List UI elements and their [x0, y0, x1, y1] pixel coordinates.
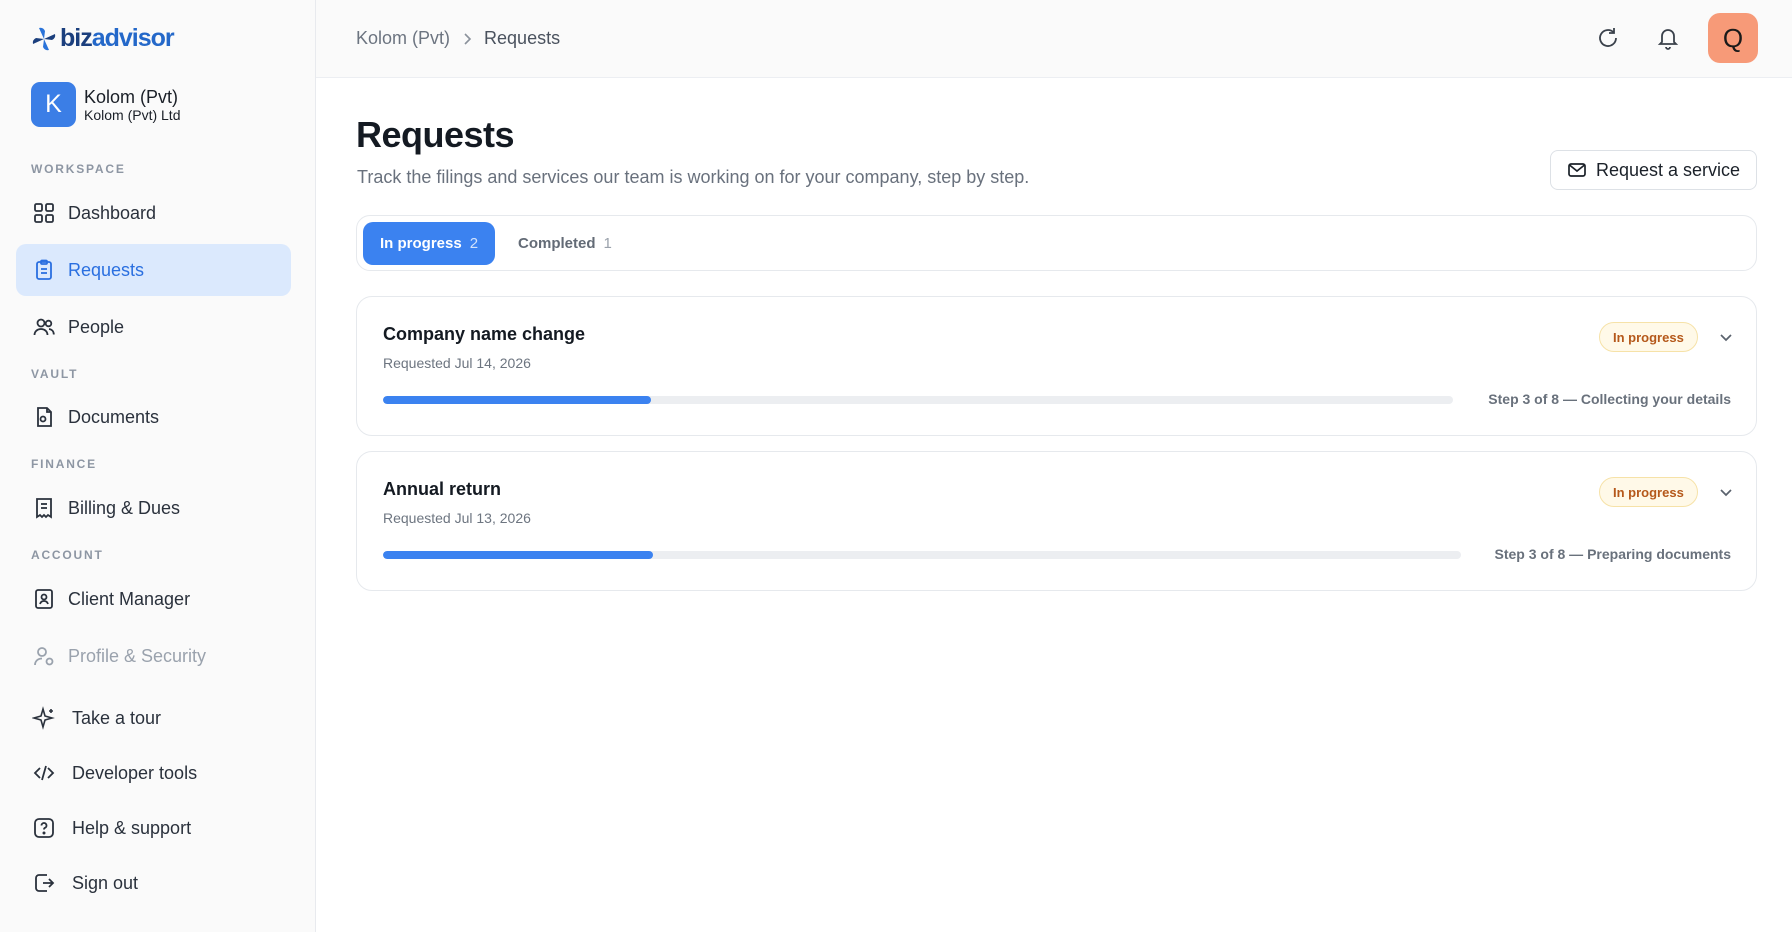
sidebar-item-label: Requests — [68, 259, 145, 280]
users-icon — [33, 318, 55, 336]
progress-fill — [383, 396, 651, 404]
tab-count: 1 — [603, 235, 612, 252]
notifications-button[interactable] — [1652, 22, 1684, 54]
sidebar-item-client-manager[interactable]: Client Manager — [16, 573, 291, 625]
sidebar-item-take-tour[interactable]: Take a tour — [16, 692, 291, 744]
brand-logo[interactable]: bizadvisor — [30, 24, 175, 53]
company-avatar: K — [31, 82, 76, 127]
breadcrumb-company[interactable]: Kolom (Pvt) — [356, 28, 450, 49]
sidebar-item-label: Take a tour — [72, 707, 162, 728]
refresh-button[interactable] — [1592, 22, 1624, 54]
breadcrumb-current: Requests — [484, 28, 561, 48]
sidebar-item-help-support[interactable]: Help & support — [16, 802, 291, 854]
sidebar-item-dashboard[interactable]: Dashboard — [16, 187, 291, 239]
clipboard-icon — [36, 259, 52, 280]
sidebar-item-label: Documents — [68, 406, 160, 427]
sidebar-item-label: Profile & Security — [68, 645, 207, 666]
chevron-down-icon[interactable] — [1716, 327, 1736, 347]
user-shield-icon — [34, 647, 54, 666]
page-title: Requests — [356, 114, 515, 155]
sidebar-item-label: Help & support — [72, 817, 192, 838]
sidebar-item-billing[interactable]: Billing & Dues — [16, 482, 291, 534]
user-avatar[interactable]: Q — [1708, 13, 1758, 63]
request-title: Company name change — [383, 324, 586, 344]
sidebar-item-label: Developer tools — [72, 762, 198, 783]
request-card[interactable]: Annual return Requested Jul 13, 2026 In … — [356, 451, 1757, 591]
refresh-icon — [1599, 28, 1617, 47]
status-badge: In progress — [1599, 322, 1698, 352]
code-icon — [33, 765, 55, 781]
sidebar: bizadvisor K Kolom (Pvt) Kolom (Pvt) Ltd… — [0, 0, 316, 932]
tab-label: In progress — [380, 235, 462, 252]
company-switcher[interactable]: K Kolom (Pvt) Kolom (Pvt) Ltd — [31, 82, 180, 127]
sign-out-icon — [35, 874, 55, 892]
sidebar-item-profile-security[interactable]: Profile & Security — [16, 630, 291, 682]
logo-icon — [32, 27, 56, 50]
request-card[interactable]: Company name change Requested Jul 14, 20… — [356, 296, 1757, 436]
dashboard-icon — [34, 203, 54, 223]
company-legal-name: Kolom (Pvt) Ltd — [84, 106, 181, 123]
request-service-button[interactable]: Request a service — [1550, 150, 1757, 190]
section-label-workspace: WORKSPACE — [31, 162, 126, 176]
bell-icon — [1657, 29, 1679, 50]
tab-label: Completed — [518, 235, 596, 252]
section-label-vault: VAULT — [31, 367, 79, 381]
top-bar: Kolom (Pvt) Requests Q — [316, 0, 1792, 78]
tab-in-progress[interactable]: In progress 2 — [363, 222, 496, 265]
breadcrumb: Kolom (Pvt) Requests — [356, 28, 560, 49]
chevron-down-icon[interactable] — [1716, 482, 1736, 502]
sidebar-item-people[interactable]: People — [16, 301, 291, 353]
sidebar-item-label: Billing & Dues — [68, 497, 181, 518]
request-date: Requested Jul 14, 2026 — [383, 355, 531, 371]
section-label-account: ACCOUNT — [31, 548, 104, 562]
status-tabs: In progress 2 Completed 1 — [356, 215, 1757, 271]
sidebar-item-label: Dashboard — [68, 202, 157, 223]
mail-icon — [1568, 163, 1586, 177]
sidebar-item-developer-tools[interactable]: Developer tools — [16, 747, 291, 799]
help-icon — [34, 818, 54, 838]
page-subtitle: Track the filings and services our team … — [357, 167, 1030, 187]
brand-name: bizadvisor — [60, 24, 175, 52]
step-status: Step 3 of 8 — Collecting your details — [1488, 391, 1731, 407]
request-title: Annual return — [383, 479, 502, 499]
sidebar-item-label: Sign out — [72, 872, 139, 893]
company-info: Kolom (Pvt) Kolom (Pvt) Ltd — [84, 87, 180, 123]
step-status: Step 3 of 8 — Preparing documents — [1494, 546, 1732, 562]
sparkle-icon — [32, 706, 55, 730]
progress-fill — [383, 551, 653, 559]
sidebar-item-label: People — [68, 316, 125, 337]
tab-completed[interactable]: Completed 1 — [501, 222, 629, 265]
sidebar-item-requests[interactable]: Requests — [16, 244, 291, 296]
sidebar-item-sign-out[interactable]: Sign out — [16, 857, 291, 909]
chevron-right-icon — [464, 32, 472, 45]
documents-icon — [37, 407, 52, 427]
company-name: Kolom (Pvt) — [84, 86, 179, 107]
receipt-icon — [36, 498, 52, 519]
progress-bar — [383, 396, 1453, 404]
sidebar-item-documents[interactable]: Documents — [16, 391, 291, 443]
tab-count: 2 — [469, 235, 479, 252]
status-badge: In progress — [1599, 477, 1698, 507]
sidebar-item-label: Client Manager — [68, 588, 191, 609]
request-service-label: Request a service — [1595, 159, 1741, 180]
contact-book-icon — [35, 589, 53, 609]
section-label-finance: FINANCE — [31, 457, 97, 471]
request-date: Requested Jul 13, 2026 — [383, 510, 531, 526]
progress-bar — [383, 551, 1461, 559]
